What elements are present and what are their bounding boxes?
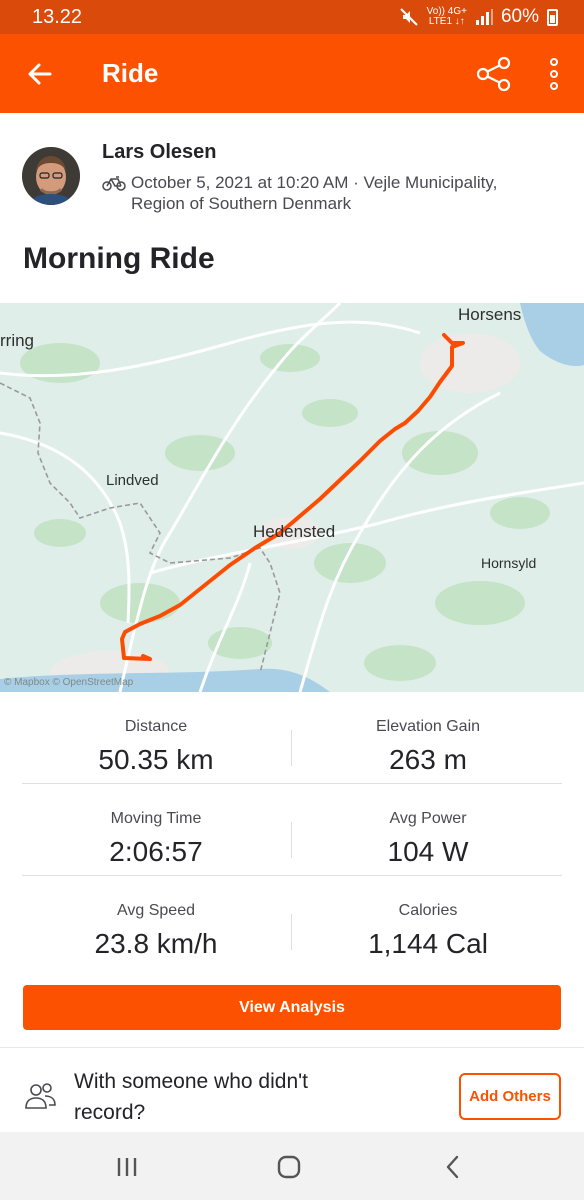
stats-row: Moving Time 2:06:57 Avg Power 104 W	[22, 784, 562, 876]
stat-divider	[291, 822, 292, 858]
more-vertical-icon	[550, 58, 558, 90]
add-others-prompt: With someone who didn't record?	[74, 1070, 308, 1124]
map-label-lindved: Lindved	[106, 472, 159, 489]
stat-moving-time: Moving Time 2:06:57	[109, 810, 203, 867]
home-icon	[277, 1155, 301, 1179]
app-bar: Ride	[0, 34, 584, 113]
map-label-hornsyld: Hornsyld	[481, 555, 537, 571]
status-time: 13.22	[32, 6, 83, 28]
stat-calories: Calories 1,144 Cal	[368, 902, 488, 959]
home-button[interactable]	[274, 1154, 304, 1180]
battery-percent: 60%	[500, 6, 539, 27]
map-attribution[interactable]: © Mapbox © OpenStreetMap	[4, 677, 133, 688]
stat-elevation-gain: Elevation Gain 263 m	[375, 718, 481, 775]
map-label-rring: rring	[0, 331, 35, 350]
stat-distance: Distance 50.35 km	[98, 718, 214, 775]
back-button[interactable]	[24, 58, 56, 90]
mute-icon	[399, 8, 418, 26]
activity-meta: October 5, 2021 at 10:20 AM · Vejle Muni…	[131, 173, 498, 213]
network-indicator: Vo)) 4G+ LTE1 ↓↑	[426, 6, 467, 27]
route-map[interactable]: Horsens rring Lindved Hedensted Hornsyld…	[0, 303, 584, 692]
section-divider	[0, 1047, 584, 1048]
signal-icon	[475, 9, 493, 25]
view-analysis-button[interactable]: View Analysis	[23, 985, 561, 1030]
stats-row: Distance 50.35 km Elevation Gain 263 m	[22, 692, 562, 784]
battery-icon	[547, 8, 558, 26]
stat-divider	[291, 914, 292, 950]
stats-row: Avg Speed 23.8 km/h Calories 1,144 Cal	[22, 876, 562, 968]
map-terrain	[20, 343, 550, 681]
arrow-left-icon	[28, 63, 52, 85]
stat-divider	[291, 730, 292, 766]
page-title: Ride	[102, 58, 159, 88]
stats-grid: Distance 50.35 km Elevation Gain 263 m M…	[22, 692, 562, 968]
add-others-button[interactable]: Add Others	[459, 1073, 561, 1120]
status-bar: 13.22 Vo)) 4G+ LTE1 ↓↑ 60%	[0, 0, 584, 34]
status-icons: Vo)) 4G+ LTE1 ↓↑ 60%	[399, 6, 558, 28]
system-back-button[interactable]	[438, 1154, 468, 1180]
bike-icon	[102, 176, 126, 191]
map-canvas	[0, 303, 584, 692]
activity-title: Morning Ride	[23, 242, 215, 275]
avatar[interactable]	[22, 147, 80, 205]
system-nav-bar	[0, 1132, 584, 1200]
avatar-photo	[22, 147, 80, 205]
map-label-hedensted: Hedensted	[253, 522, 336, 541]
stat-avg-power: Avg Power 104 W	[387, 810, 469, 867]
route-path	[120, 333, 465, 661]
stat-avg-speed: Avg Speed 23.8 km/h	[94, 902, 218, 959]
athlete-name[interactable]: Lars Olesen	[102, 141, 217, 164]
people-icon	[25, 1083, 56, 1109]
more-options-button[interactable]	[542, 54, 566, 94]
share-icon	[476, 56, 511, 92]
chevron-left-icon	[446, 1155, 459, 1179]
map-label-horsens: Horsens	[458, 305, 522, 324]
recent-apps-button[interactable]	[112, 1154, 142, 1180]
recent-apps-icon	[117, 1158, 137, 1176]
share-button[interactable]	[474, 54, 514, 94]
